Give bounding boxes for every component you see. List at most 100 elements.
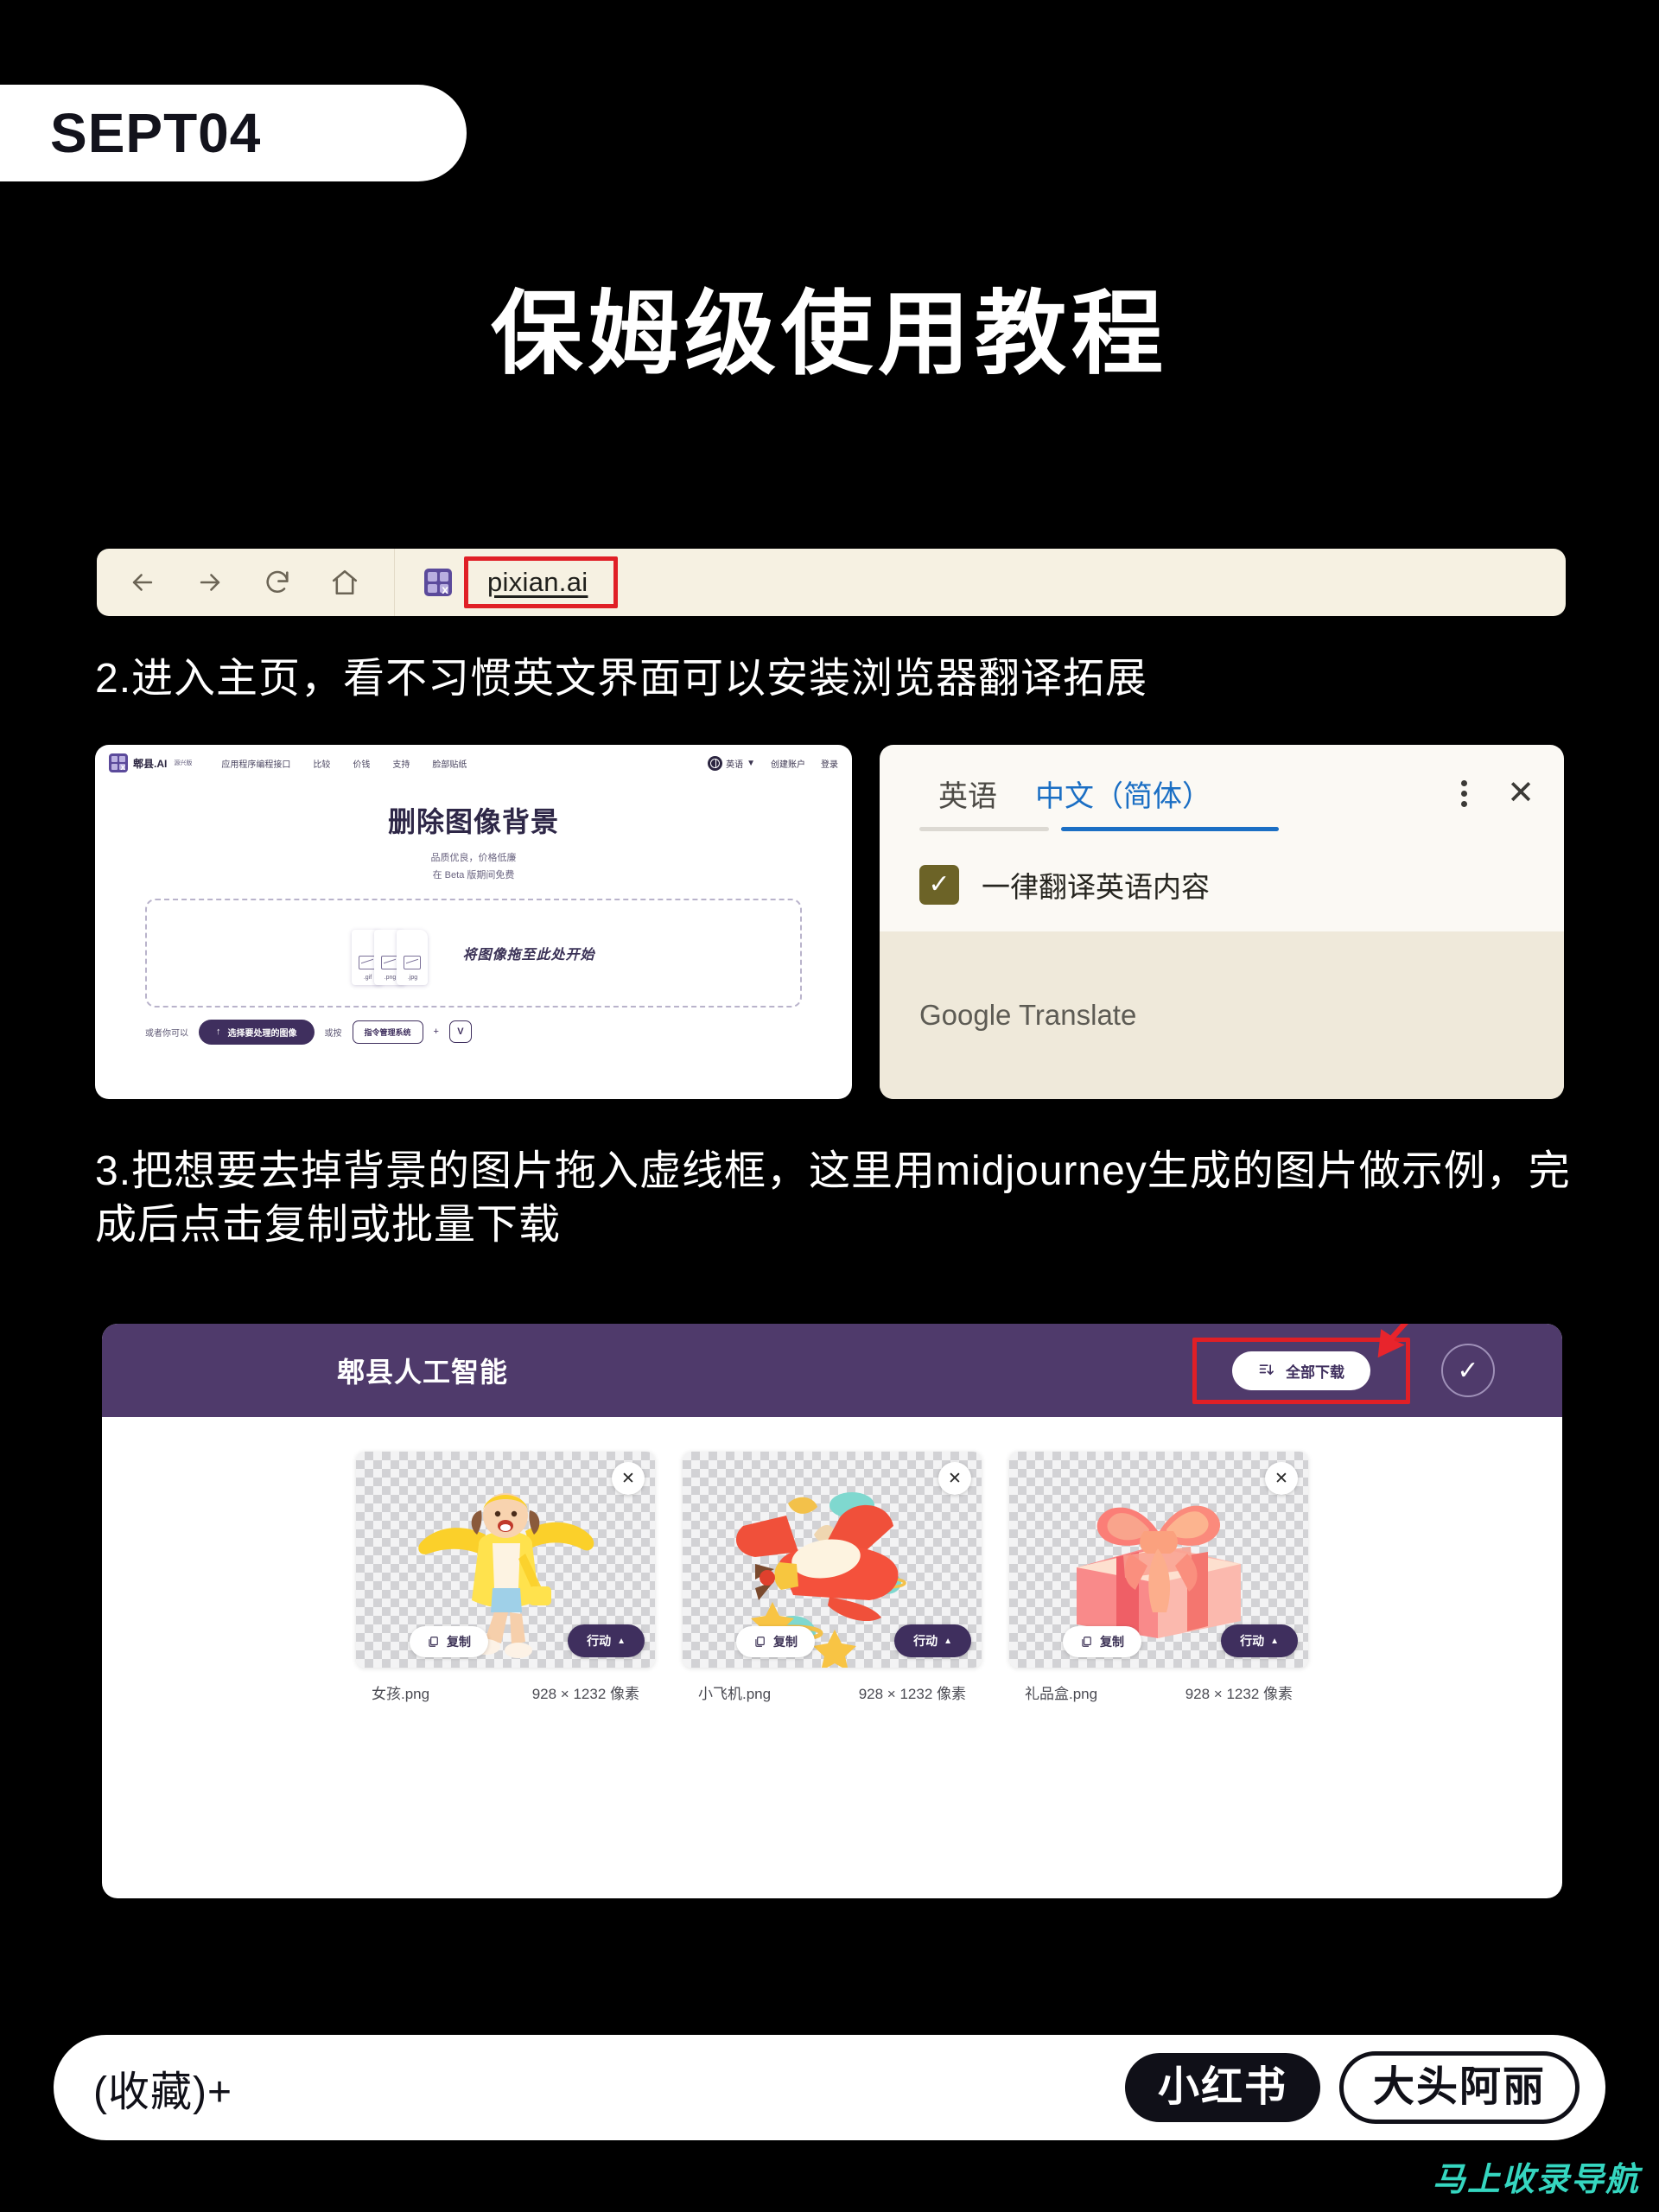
download-all-label: 全部下载 (1286, 1363, 1344, 1381)
language-selector[interactable]: 英语 ▼ (708, 755, 755, 771)
site-subtitle-line2: 在 Beta 版期间免费 (432, 869, 515, 880)
site-logo[interactable]: x 郫县.AI 源兴版 (109, 753, 192, 772)
date-badge-label: SEPT04 (50, 102, 262, 164)
site-subtitle: 品质优良，价格低廉 在 Beta 版期间免费 (95, 850, 852, 885)
action-button[interactable]: 行动 ▲ (894, 1624, 971, 1657)
results-card-grid: ✕ 复制 行动 ▲ 女孩.png 928 × 1232 像素 ✕ 复制 行动 ▲… (102, 1417, 1562, 1703)
action-label: 行动 (1240, 1634, 1265, 1648)
chevron-up-icon: ▲ (1270, 1636, 1279, 1646)
upload-icon: ↑ (216, 1026, 221, 1037)
results-panel-title: 郫县人工智能 (337, 1357, 509, 1388)
copy-label: 复制 (1100, 1635, 1124, 1649)
result-card-meta: 礼品盒.png 928 × 1232 像素 (1009, 1668, 1308, 1703)
date-badge: SEPT04 (0, 85, 467, 181)
file-ext-png: .png (384, 974, 397, 981)
login-link[interactable]: 登录 (821, 757, 838, 770)
author-badge: 大头阿丽 (1338, 2050, 1580, 2125)
plus-sign: + (433, 1027, 439, 1038)
tab-underline-active (1061, 827, 1279, 831)
url-text[interactable]: pixian.ai (487, 567, 588, 597)
pixian-site-screenshot: x 郫县.AI 源兴版 应用程序编程接口 比较 价钱 支持 脸部贴纸 英语 ▼ … (95, 745, 852, 1099)
remove-image-icon[interactable]: ✕ (1265, 1462, 1298, 1495)
page-title: 保姆级使用教程 (491, 283, 1168, 385)
translate-popup-controls: ✕ (1461, 777, 1535, 810)
tab-underline-inactive (919, 827, 1049, 831)
pixian-logo-icon: x (109, 753, 128, 772)
key-v-button[interactable]: V (448, 1020, 472, 1044)
home-icon[interactable] (330, 568, 359, 597)
language-label: 英语 (726, 760, 744, 770)
more-options-icon[interactable] (1461, 779, 1468, 807)
file-stack-icon: .gif .png .jpg (352, 916, 440, 990)
back-arrow-icon[interactable] (128, 568, 157, 597)
result-file-size: 928 × 1232 像素 (531, 1686, 639, 1702)
footer-bar: (收藏)+ 小红书 大头阿丽 (54, 2035, 1605, 2140)
download-all-button[interactable]: 全部下载 (1232, 1351, 1370, 1390)
command-key-button[interactable]: 指令管理系统 (352, 1020, 423, 1044)
copy-button[interactable]: 复制 (1063, 1626, 1141, 1657)
result-card: ✕ 复制 行动 ▲ 小飞机.png 928 × 1232 像素 (683, 1452, 982, 1703)
poster-root: SEPT04 保姆级使用教程 x pixian.ai 2.进入主页，看不习惯英文… (0, 0, 1659, 2212)
result-file-size: 928 × 1232 像素 (858, 1686, 966, 1702)
result-card: ✕ 复制 行动 ▲ 礼品盒.png 928 × 1232 像素 (1009, 1452, 1308, 1703)
step-2-text: 2.进入主页，看不习惯英文界面可以安装浏览器翻译拓展 (95, 656, 1148, 702)
result-file-size: 928 × 1232 像素 (1185, 1686, 1293, 1702)
copy-icon (1082, 1637, 1091, 1647)
url-highlight-box: pixian.ai (464, 556, 619, 608)
file-ext-jpg: .jpg (407, 974, 418, 981)
copy-button[interactable]: 复制 (410, 1626, 488, 1657)
file-ext-gif: .gif (363, 974, 372, 981)
site-heading: 删除图像背景 (387, 806, 559, 837)
pixian-favicon-icon: x (424, 569, 452, 596)
copy-icon (755, 1637, 765, 1647)
translate-option-row[interactable]: ✓ 一律翻译英语内容 (880, 842, 1564, 931)
result-file-name: 小飞机.png (698, 1686, 772, 1702)
result-file-name: 女孩.png (372, 1686, 430, 1702)
translate-tabs: 英语 中文（简体） ✕ (880, 745, 1564, 842)
always-translate-checkbox[interactable]: ✓ (919, 865, 959, 905)
reload-icon[interactable] (263, 568, 292, 597)
remove-image-icon[interactable]: ✕ (612, 1462, 645, 1495)
site-logo-text: 郫县.AI (133, 757, 168, 770)
image-dropzone[interactable]: .gif .png .jpg 将图像拖至此处开始 (145, 898, 802, 1007)
copy-label: 复制 (447, 1635, 471, 1649)
footer-right-group: 小红书 大头阿丽 (1124, 2050, 1580, 2125)
chevron-up-icon: ▲ (944, 1636, 952, 1646)
download-icon (1259, 1364, 1274, 1376)
choose-image-button[interactable]: ↑ 选择要处理的图像 (199, 1019, 315, 1045)
translate-footer: Google Translate (880, 931, 1564, 1099)
copy-button[interactable]: 复制 (736, 1626, 815, 1657)
address-bar[interactable]: x pixian.ai (395, 556, 619, 608)
action-label: 行动 (913, 1634, 938, 1648)
result-thumbnail: ✕ 复制 行动 ▲ (683, 1452, 982, 1668)
platform-badge: 小红书 (1124, 2052, 1320, 2123)
action-button[interactable]: 行动 ▲ (1221, 1624, 1298, 1657)
result-card-meta: 小飞机.png 928 × 1232 像素 (683, 1668, 982, 1703)
or-label: 或者你可以 (145, 1028, 188, 1039)
site-nav-right: 英语 ▼ 创建账户 登录 (708, 755, 838, 771)
action-button[interactable]: 行动 ▲ (568, 1624, 645, 1657)
google-translate-popup: 英语 中文（简体） ✕ ✓ 一律翻译英语内容 Google Translate (880, 745, 1564, 1099)
step-3-text: 3.把想要去掉背景的图片拖入虚线框，这里用midjourney生成的图片做示例，… (95, 1148, 1571, 1249)
result-card-meta: 女孩.png 928 × 1232 像素 (356, 1668, 655, 1703)
site-menu-item-compare[interactable]: 比较 (313, 757, 330, 770)
site-menu-item-api[interactable]: 应用程序编程接口 (221, 757, 290, 770)
site-menu-item-pricing[interactable]: 价钱 (353, 757, 370, 770)
copy-label: 复制 (773, 1635, 798, 1649)
favorite-label[interactable]: (收藏)+ (93, 2057, 232, 2118)
browser-nav-group (97, 568, 359, 597)
result-thumbnail: ✕ 复制 行动 ▲ (356, 1452, 655, 1668)
forward-arrow-icon[interactable] (195, 568, 225, 597)
results-panel-header: 郫县人工智能 全部下载 ✓ (102, 1324, 1562, 1417)
results-panel: 郫县人工智能 全部下载 ✓ ✕ 复制 行动 ▲ 女孩.png 928 × 123… (102, 1324, 1562, 1898)
site-menu-item-face-stickers[interactable]: 脸部贴纸 (432, 757, 467, 770)
result-card: ✕ 复制 行动 ▲ 女孩.png 928 × 1232 像素 (356, 1452, 655, 1703)
close-icon[interactable]: ✕ (1507, 777, 1535, 810)
copy-icon (429, 1637, 438, 1647)
site-menu-item-support[interactable]: 支持 (392, 757, 410, 770)
create-account-link[interactable]: 创建账户 (771, 757, 805, 770)
site-logo-sup: 源兴版 (174, 760, 193, 766)
remove-image-icon[interactable]: ✕ (938, 1462, 971, 1495)
result-file-name: 礼品盒.png (1025, 1686, 1098, 1702)
results-panel-actions: 全部下载 ✓ (1192, 1324, 1495, 1404)
